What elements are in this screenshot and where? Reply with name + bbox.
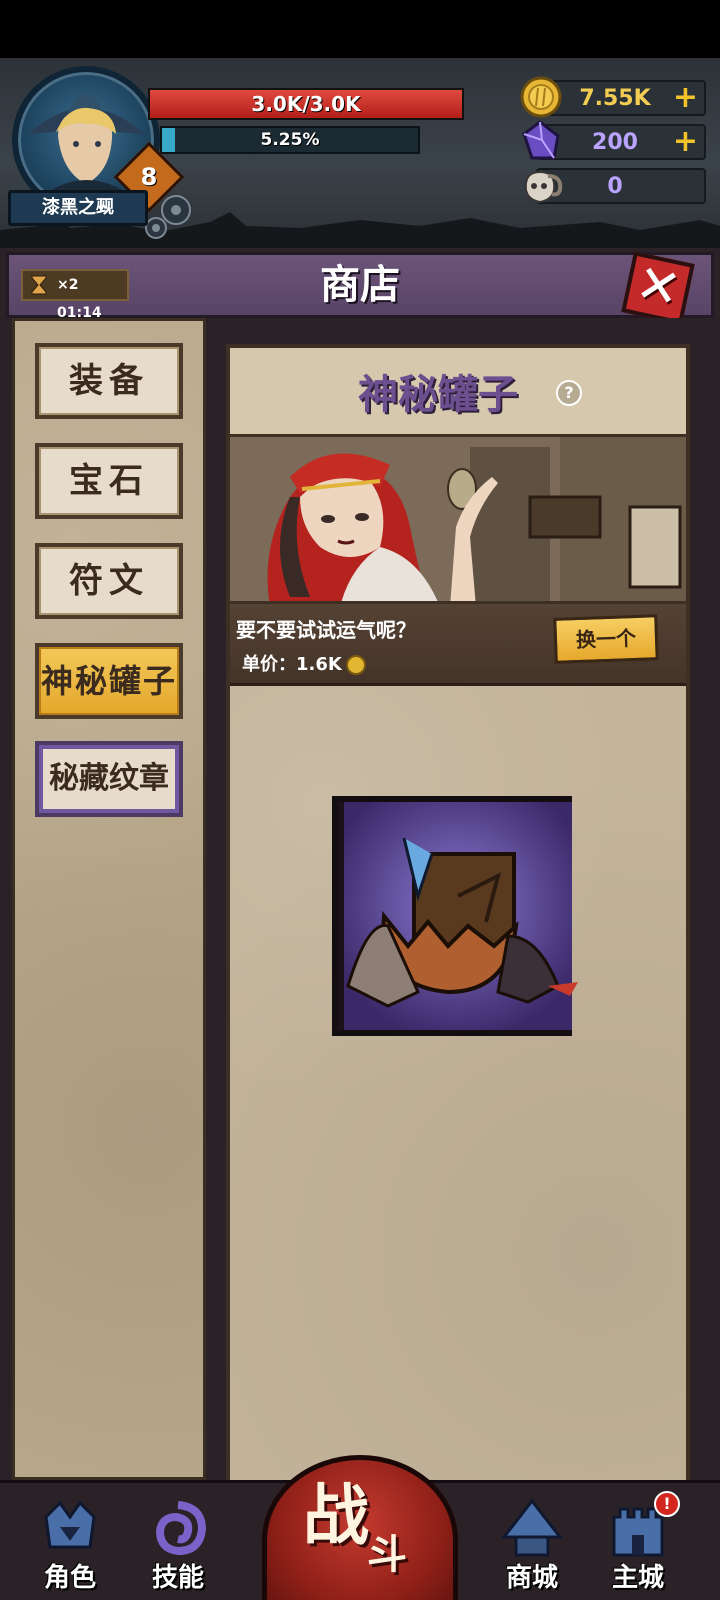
tab-equipment[interactable]: 装备 [35,343,183,419]
gold-counter: 7.55K + [520,76,706,118]
mystery-jar-card: 神秘罐子 ? 要不要试试运气呢？ 单价：1.6K 换一个 [226,344,690,1484]
add-gems-button[interactable]: + [673,126,698,158]
unit-price: 单价：1.6K [242,650,366,676]
shop-category-sidebar: 装备 宝石 符文 神秘罐子 秘藏纹章 [12,318,206,1480]
tent-icon [500,1498,564,1557]
nav-market-label: 商城 [505,1563,558,1593]
nav-skills[interactable]: 技能 [138,1497,218,1600]
jar-info-strip: 要不要试试运气呢？ 单价：1.6K 换一个 [230,604,686,686]
xp-text: 5.25% [260,130,320,150]
swirl-icon [155,1501,207,1556]
settings-gear-icon[interactable] [140,188,200,248]
skull-counter: 0 [524,168,706,204]
nav-city-label: 主城 [611,1563,664,1593]
helmet-icon [44,1500,96,1549]
bottom-navigation: 角色 技能 战 斗 商城 ! 主城 [0,1455,720,1600]
tab-secret-emblem[interactable]: 秘藏纹章 [35,741,183,817]
tab-runes[interactable]: 符文 [35,543,183,619]
price-value: 1.6K [296,654,342,675]
ram-skull-icon [524,170,563,204]
tab-gems[interactable]: 宝石 [35,443,183,519]
notification-badge: ! [654,1491,680,1517]
card-title: 神秘罐子 [358,372,518,418]
hp-bar: 3.0K/3.0K [148,88,464,120]
nav-skills-label: 技能 [151,1563,204,1593]
hp-text: 3.0K/3.0K [251,92,361,116]
add-gold-button[interactable]: + [673,82,698,114]
purple-crystal-icon [522,120,560,160]
merchant-illustration [230,434,686,604]
flavor-text: 要不要试试运气呢？ [236,618,416,642]
nav-character-label: 角色 [43,1563,96,1593]
shop-content: 神秘罐子 ? 要不要试试运气呢？ 单价：1.6K 换一个 [212,318,706,1484]
gem-counter: 200 + [522,120,706,160]
coin-icon [345,655,366,675]
help-icon[interactable]: ? [556,380,582,406]
shop-title: 商店 [320,262,400,308]
close-button[interactable]: ✕ [621,251,695,325]
card-header: 神秘罐子 ? [230,348,686,434]
shop-panel: ×2 01:14 商店 ✕ 装备 宝石 符文 神秘罐子 秘藏纹章 神秘罐子 ? [0,248,720,1484]
gold-value: 7.55K [579,86,651,111]
gold-coin-icon [520,76,562,118]
price-label: 单价： [242,654,296,675]
status-bar-area [0,0,720,58]
shop-title-bar: ×2 01:14 商店 ✕ [6,251,714,325]
tab-mystery-jar[interactable]: 神秘罐子 [35,643,183,719]
nav-character[interactable]: 角色 [30,1497,110,1600]
player-header: 3.0K/3.0K 5.25% 8 漆黑之觋 7.55K + 200 + 0 [0,58,720,248]
xp-bar: 5.25% [160,126,420,154]
battle-label-sub: 斗 [367,1532,407,1578]
close-icon: ✕ [630,253,686,321]
swap-button[interactable]: 换一个 [553,614,659,664]
skull-value: 0 [607,174,623,199]
player-name: 漆黑之觋 [8,190,148,226]
battle-label-main: 战 [303,1477,369,1554]
mystery-jar-icon [344,802,578,1030]
mystery-jar-item[interactable] [332,796,578,1036]
nav-market[interactable]: 商城 [492,1497,572,1600]
gem-value: 200 [592,130,638,155]
nav-city[interactable]: ! 主城 [598,1491,680,1600]
